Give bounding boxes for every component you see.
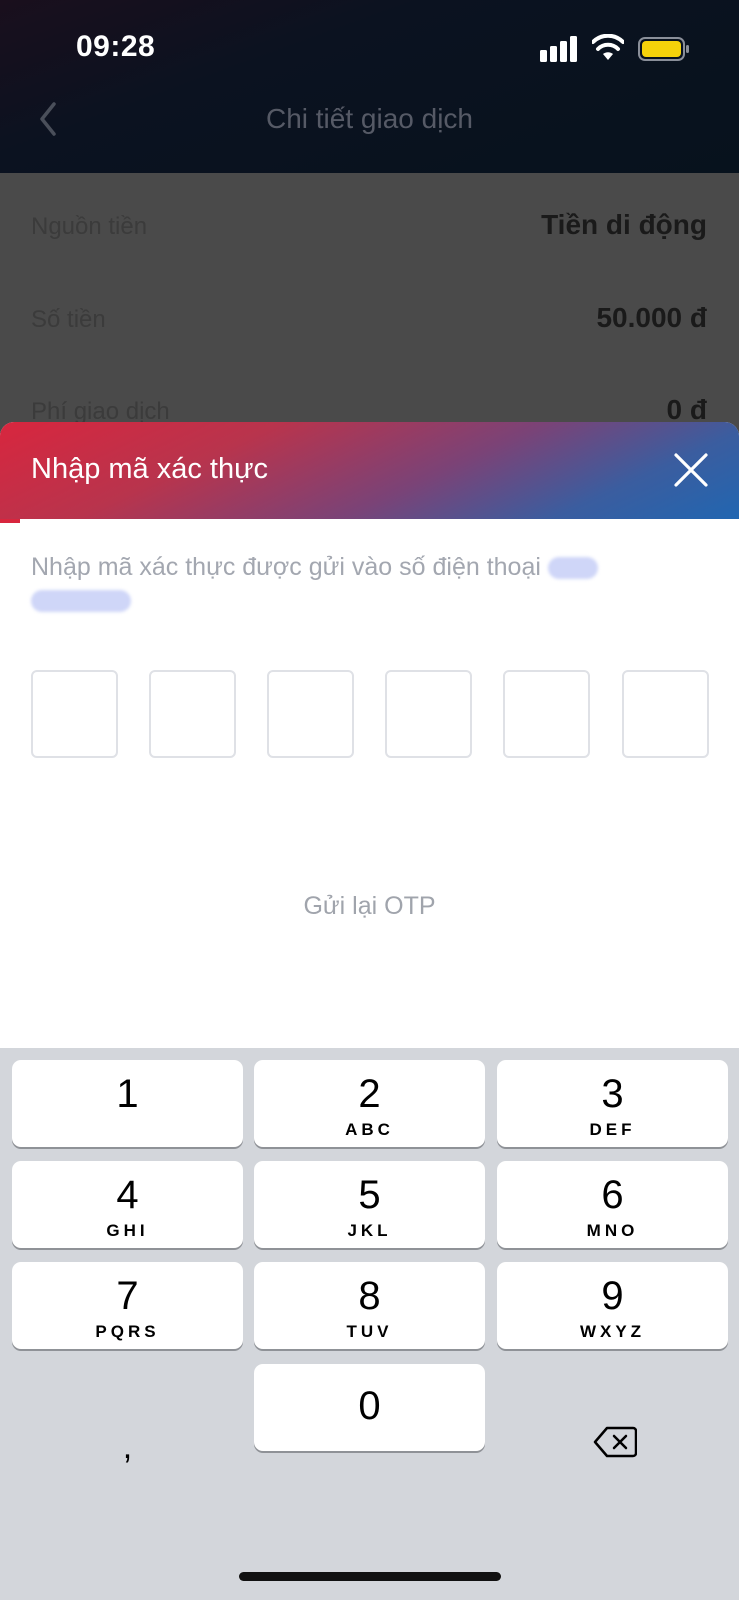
otp-sheet-header: Nhập mã xác thực xyxy=(0,422,739,519)
key-2[interactable]: 2 ABC xyxy=(254,1060,485,1147)
home-indicator xyxy=(239,1572,501,1581)
key-letters: WXYZ xyxy=(579,1322,646,1341)
key-digit: 0 xyxy=(358,1384,381,1428)
key-5[interactable]: 5 JKL xyxy=(254,1161,485,1248)
detail-row-amount: Số tiền 50.000 đ xyxy=(31,300,707,340)
resend-otp-link[interactable]: Gửi lại OTP xyxy=(0,892,739,921)
signal-icon xyxy=(540,36,577,62)
otp-instruction: Nhập mã xác thực được gửi vào số điện th… xyxy=(31,551,681,617)
key-digit: 1 xyxy=(116,1072,139,1116)
key-digit: 4 xyxy=(116,1173,139,1217)
key-letters: PQRS xyxy=(95,1322,160,1341)
phone-number-masked xyxy=(31,590,131,613)
key-0[interactable]: 0 xyxy=(254,1364,485,1451)
wifi-icon xyxy=(592,34,624,60)
phone-number-masked xyxy=(547,557,598,580)
key-4[interactable]: 4 GHI xyxy=(12,1161,243,1248)
key-letters: JKL xyxy=(347,1221,392,1240)
detail-value: 50.000 đ xyxy=(596,302,707,333)
detail-label: Nguồn tiền xyxy=(31,213,148,240)
key-8[interactable]: 8 TUV xyxy=(254,1262,485,1349)
key-6[interactable]: 6 MNO xyxy=(497,1161,728,1248)
otp-digit-field[interactable] xyxy=(503,670,590,758)
key-digit: 5 xyxy=(358,1173,381,1217)
key-letters: DEF xyxy=(589,1120,636,1139)
otp-digit-field[interactable] xyxy=(385,670,472,758)
otp-instruction-text: Nhập mã xác thực được gửi vào số điện th… xyxy=(31,553,541,581)
otp-sheet: Nhập mã xác thực Nhập mã xác thực được g… xyxy=(0,422,739,1052)
detail-label: Số tiền xyxy=(31,306,106,333)
key-digit: 7 xyxy=(116,1274,139,1318)
page-title: Chi tiết giao dịch xyxy=(265,103,473,134)
key-digit: 8 xyxy=(358,1274,381,1318)
key-digit: 6 xyxy=(601,1173,624,1217)
key-7[interactable]: 7 PQRS xyxy=(12,1262,243,1349)
key-comma[interactable]: , xyxy=(12,1410,243,1497)
key-9[interactable]: 9 WXYZ xyxy=(497,1262,728,1349)
close-icon xyxy=(674,453,708,487)
transaction-details: Nguồn tiền Tiền di động Số tiền 50.000 đ… xyxy=(0,173,739,453)
header-accent xyxy=(0,519,20,523)
close-button[interactable] xyxy=(673,452,709,488)
status-time: 09:28 xyxy=(76,30,156,63)
key-1[interactable]: 1 xyxy=(12,1060,243,1147)
key-digit: 3 xyxy=(601,1072,624,1116)
otp-sheet-title: Nhập mã xác thực xyxy=(31,453,269,485)
detail-value: Tiền di động xyxy=(541,209,707,240)
key-letters: ABC xyxy=(345,1120,394,1139)
key-3[interactable]: 3 DEF xyxy=(497,1060,728,1147)
otp-digit-field[interactable] xyxy=(622,670,709,758)
numeric-keypad: 1 2 ABC 3 DEF 4 GHI 5 JKL 6 MNO 7 PQRS 8… xyxy=(0,1048,739,1600)
otp-digit-field[interactable] xyxy=(149,670,236,758)
detail-row-source: Nguồn tiền Tiền di động xyxy=(31,207,707,247)
otp-digit-field[interactable] xyxy=(267,670,354,758)
top-bar: 09:28 Chi tiết giao dịch xyxy=(0,0,739,173)
key-letters: MNO xyxy=(586,1221,639,1240)
otp-input-row xyxy=(31,670,709,758)
key-letters: GHI xyxy=(106,1221,149,1240)
battery-icon xyxy=(638,37,689,61)
otp-digit-field[interactable] xyxy=(31,670,118,758)
backspace-button[interactable] xyxy=(497,1396,728,1483)
key-digit: 2 xyxy=(358,1072,381,1116)
key-letters: TUV xyxy=(346,1322,393,1341)
backspace-icon xyxy=(593,1426,637,1458)
key-digit: 9 xyxy=(601,1274,624,1318)
